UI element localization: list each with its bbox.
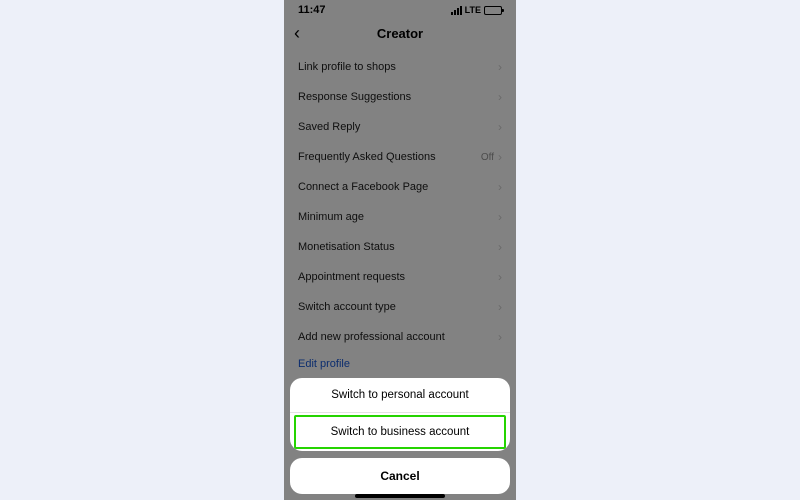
sheet-separator xyxy=(290,412,510,413)
action-sheet: Switch to personal account Switch to bus… xyxy=(290,378,510,494)
cancel-button[interactable]: Cancel xyxy=(290,458,510,494)
home-indicator[interactable] xyxy=(355,494,445,498)
switch-business-button[interactable]: Switch to business account xyxy=(294,415,506,449)
sheet-options: Switch to personal account Switch to bus… xyxy=(290,378,510,451)
phone-screen: 11:47 LTE ‹ Creator Link profile to shop… xyxy=(284,0,516,500)
switch-personal-button[interactable]: Switch to personal account xyxy=(290,378,510,412)
